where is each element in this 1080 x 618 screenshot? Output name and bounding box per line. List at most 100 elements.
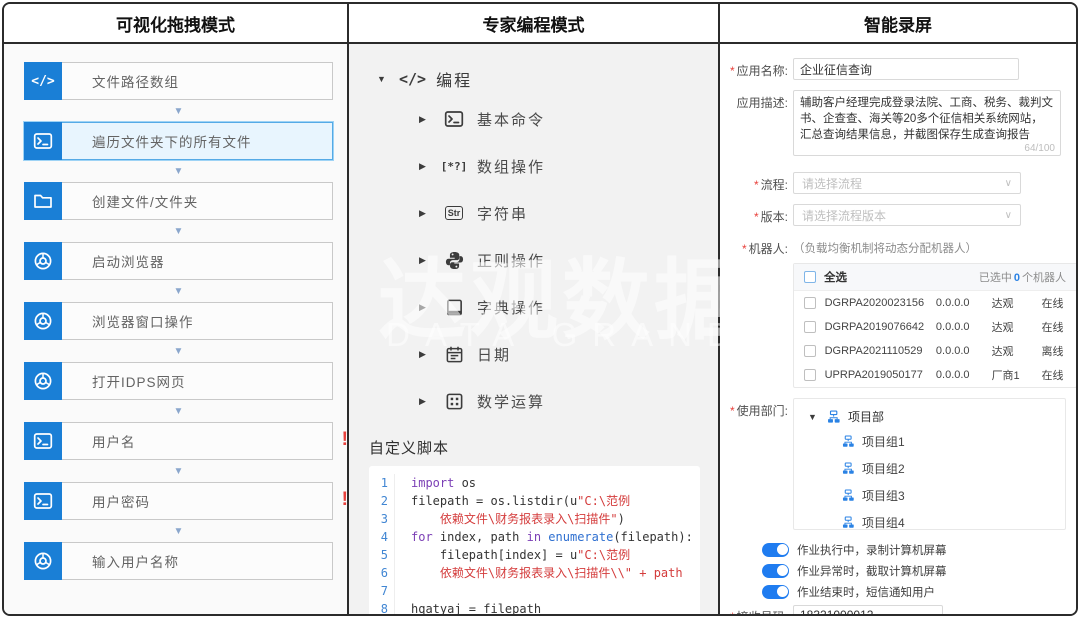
caret-right-icon[interactable]: ▶ bbox=[419, 255, 431, 266]
selected-count: 0 bbox=[1014, 272, 1020, 284]
record-form-panel: 应用名称: 应用描述: 辅助客户经理完成登录法院、工商、税务、裁判文书、企查查、… bbox=[720, 44, 1076, 614]
tree-root-programming[interactable]: ▼ </> 编程 bbox=[377, 66, 718, 92]
flow-block[interactable]: 打开IDPS网页 bbox=[24, 362, 333, 400]
code-editor[interactable]: 1import os2filepath = os.listdir(u"C:\范例… bbox=[369, 466, 700, 614]
version-select[interactable]: 请选择流程版本 ∨ bbox=[793, 204, 1021, 226]
tree-item[interactable]: ▶ 基本命令 bbox=[419, 108, 718, 130]
tree-item[interactable]: ▶Str字符串 bbox=[419, 202, 718, 224]
caret-right-icon[interactable]: ▶ bbox=[419, 208, 431, 219]
department-items: 项目组1 项目组2 项目组3 项目组4 bbox=[808, 433, 1065, 531]
custom-script-title: 自定义脚本 bbox=[369, 437, 718, 458]
process-select[interactable]: 请选择流程 ∨ bbox=[793, 172, 1021, 194]
flow-connector-arrow-icon: ▼ bbox=[24, 160, 333, 182]
flow-connector-arrow-icon: ▼ bbox=[24, 520, 333, 542]
flow-block-label: 启动浏览器 bbox=[62, 242, 333, 280]
robot-row[interactable]: UPRPA20190501770.0.0.0厂商1在线 bbox=[794, 363, 1076, 387]
toggle-label: 作业异常时，截取计算机屏幕 bbox=[797, 563, 947, 579]
caret-right-icon[interactable]: ▶ bbox=[419, 396, 431, 407]
robot-row[interactable]: DGRPA20211105290.0.0.0达观离线 bbox=[794, 339, 1076, 363]
browser-icon bbox=[24, 242, 62, 280]
caret-right-icon[interactable]: ▶ bbox=[419, 302, 431, 313]
terminal-icon bbox=[24, 422, 62, 460]
department-item[interactable]: 项目组2 bbox=[842, 460, 1065, 477]
terminal-icon bbox=[24, 122, 62, 160]
robot-checkbox[interactable] bbox=[804, 369, 816, 381]
tree-item[interactable]: ▶[*?]数组操作 bbox=[419, 155, 718, 177]
code-icon: </> bbox=[399, 70, 426, 88]
folder-icon bbox=[24, 182, 62, 220]
code-line: 8hqatyaj = filepath bbox=[379, 600, 690, 614]
app-desc-label: 应用描述: bbox=[730, 90, 788, 159]
robot-name: DGRPA2021110529 bbox=[825, 345, 936, 357]
tree-item[interactable]: ▶正则操作 bbox=[419, 249, 718, 271]
flow-block[interactable]: 用户密码! bbox=[24, 482, 333, 520]
app-name-input[interactable] bbox=[793, 58, 1019, 80]
flow-connector-arrow-icon: ▼ bbox=[24, 460, 333, 482]
tree-item[interactable]: ▶字典操作 bbox=[419, 296, 718, 318]
code-line: 2filepath = os.listdir(u"C:\范例 bbox=[379, 492, 690, 510]
math-icon bbox=[443, 390, 465, 412]
robot-name: DGRPA2019076642 bbox=[825, 321, 936, 333]
toggle-switch[interactable] bbox=[762, 585, 789, 599]
robot-ip: 0.0.0.0 bbox=[936, 345, 992, 357]
line-number: 2 bbox=[379, 492, 395, 510]
line-number: 8 bbox=[379, 600, 395, 614]
char-counter: 64/100 bbox=[1024, 143, 1055, 154]
robot-ip: 0.0.0.0 bbox=[936, 369, 992, 381]
tree-item[interactable]: ▶日期 bbox=[419, 343, 718, 365]
robot-checkbox[interactable] bbox=[804, 345, 816, 357]
department-item-label: 项目组4 bbox=[862, 514, 905, 531]
code-icon: </> bbox=[24, 62, 62, 100]
robot-status: 在线 bbox=[1041, 319, 1076, 335]
caret-right-icon[interactable]: ▶ bbox=[419, 349, 431, 360]
department-item[interactable]: 项目组4 bbox=[842, 514, 1065, 531]
line-number: 7 bbox=[379, 582, 395, 600]
phone-input[interactable] bbox=[793, 605, 943, 614]
flow-block[interactable]: 创建文件/文件夹 bbox=[24, 182, 333, 220]
flow-block-label: 浏览器窗口操作 bbox=[62, 302, 333, 340]
flow-block[interactable]: 浏览器窗口操作 bbox=[24, 302, 333, 340]
code-line: 4for index, path in enumerate(filepath): bbox=[379, 528, 690, 546]
tree-item-label: 基本命令 bbox=[477, 109, 545, 130]
toggle-label: 作业执行中，录制计算机屏幕 bbox=[797, 542, 947, 558]
line-number: 1 bbox=[379, 474, 395, 492]
tree-item[interactable]: ▶数学运算 bbox=[419, 390, 718, 412]
code-line: 7 bbox=[379, 582, 690, 600]
flow-block[interactable]: 启动浏览器 bbox=[24, 242, 333, 280]
column-title-visual-drag: 可视化拖拽模式 bbox=[4, 4, 349, 42]
toggle-rows: 作业执行中，录制计算机屏幕作业异常时，截取计算机屏幕作业结束时，短信通知用户 bbox=[762, 540, 1066, 601]
toggle-switch[interactable] bbox=[762, 564, 789, 578]
org-icon bbox=[842, 489, 855, 502]
robot-row[interactable]: DGRPA20190766420.0.0.0达观在线 bbox=[794, 315, 1076, 339]
robot-vendor: 达观 bbox=[992, 343, 1042, 359]
department-item-label: 项目组3 bbox=[862, 487, 905, 504]
flow-block[interactable]: 遍历文件夹下的所有文件 bbox=[24, 122, 333, 160]
department-root[interactable]: ▼ 项目部 bbox=[808, 408, 1065, 425]
flow-block[interactable]: </>文件路径数组 bbox=[24, 62, 333, 100]
department-item[interactable]: 项目组3 bbox=[842, 487, 1065, 504]
app-desc-textarea[interactable]: 辅助客户经理完成登录法院、工商、税务、裁判文书、企查查、海关等20多个征信相关系… bbox=[793, 90, 1061, 156]
flow-block-label: 用户名 bbox=[62, 422, 333, 460]
caret-right-icon[interactable]: ▶ bbox=[419, 114, 431, 125]
department-item[interactable]: 项目组1 bbox=[842, 433, 1065, 450]
flow-block[interactable]: 用户名! bbox=[24, 422, 333, 460]
terminal-icon bbox=[24, 482, 62, 520]
browser-icon bbox=[24, 542, 62, 580]
flow-block[interactable]: 输入用户名称 bbox=[24, 542, 333, 580]
robot-row[interactable]: DGRPA20200231560.0.0.0达观在线 bbox=[794, 291, 1076, 315]
tree-item-label: 字符串 bbox=[477, 203, 528, 224]
caret-right-icon[interactable]: ▶ bbox=[419, 161, 431, 172]
toggle-switch[interactable] bbox=[762, 543, 789, 557]
robot-checkbox[interactable] bbox=[804, 321, 816, 333]
department-panel: ▼ 项目部 项目组1 项目组2 项目组3 项目组4 bbox=[793, 398, 1066, 530]
select-all-checkbox[interactable] bbox=[804, 271, 816, 283]
flow-block-label: 打开IDPS网页 bbox=[62, 362, 333, 400]
caret-down-icon[interactable]: ▼ bbox=[808, 412, 820, 422]
robot-checkbox[interactable] bbox=[804, 297, 816, 309]
line-number: 3 bbox=[379, 510, 395, 528]
command-tree: ▼ </> 编程 ▶ 基本命令 ▶[*?]数组操作 ▶Str字符串 ▶正则操作 ▶字典操作… bbox=[349, 44, 718, 412]
caret-down-icon[interactable]: ▼ bbox=[377, 74, 389, 84]
phone-label: 接收号码: bbox=[730, 605, 788, 614]
robot-status: 离线 bbox=[1041, 343, 1076, 359]
robot-name: UPRPA2019050177 bbox=[825, 369, 936, 381]
